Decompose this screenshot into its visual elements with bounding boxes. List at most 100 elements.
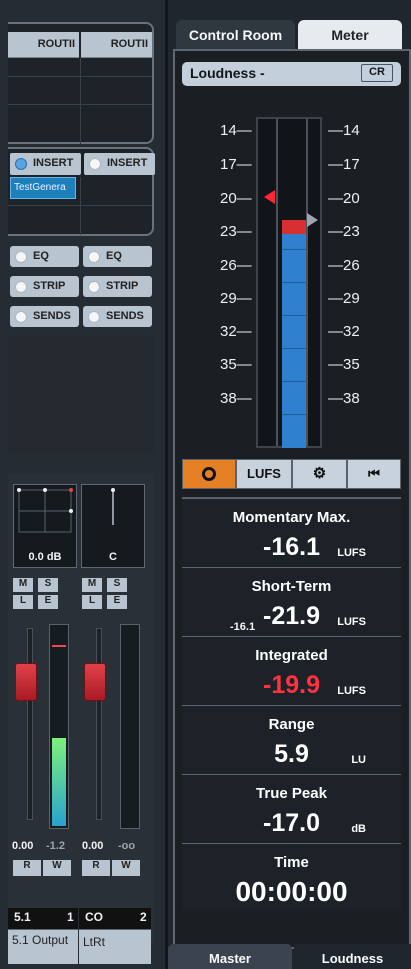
scale-left-26: 26— [220,257,252,274]
strip-button-2[interactable]: STRIP [83,276,152,297]
mixer-window: ROUTII ROUTII INSERT INSERT TestGenera E… [0,0,411,969]
strip-label-2: STRIP [106,280,139,292]
meter-divider [276,119,278,446]
fader-cap-2[interactable] [84,663,106,701]
scale-left-14: 14— [220,122,252,139]
fader-track-2[interactable] [96,628,102,820]
scale-right-17: —17 [328,156,360,173]
tab-meter[interactable]: Meter [298,20,402,50]
scale-left-38: 38— [220,390,252,407]
mute-button-2[interactable]: M [82,578,102,592]
panner-1[interactable]: 0.0 dB [13,484,77,568]
eq-button-1[interactable]: EQ [10,246,79,267]
stat-value-short-term: -21.9 [263,602,320,630]
loudness-stats: Momentary Max. -16.1 LUFS Short-Term -16… [182,497,401,911]
settings-button[interactable]: ⚙ [292,459,347,489]
fader-track-1[interactable] [27,628,33,820]
scale-left-20: 20— [220,190,252,207]
strip-led-icon [15,281,27,293]
channel-name-box-2[interactable]: CO 2 LtRt [79,908,151,964]
panner-value-1: 0.0 dB [28,551,62,563]
read-button-1[interactable]: R [13,860,41,876]
channel-name-2: LtRt [83,935,106,949]
scale-left-29: 29— [220,290,252,307]
sends-led-icon [15,311,27,323]
stat-true-peak: True Peak -17.0 dB [182,774,401,842]
channel-name-1: 5.1 Output [12,933,69,947]
channel-format-2: CO [85,910,103,924]
routing-column-divider [80,58,81,144]
power-icon [202,467,216,481]
insert-label-1: INSERT [33,157,74,169]
routing-header-1[interactable]: ROUTII [8,32,79,58]
edit-button-2[interactable]: E [107,595,127,609]
stat-integrated: Integrated -19.9 LUFS [182,636,401,704]
stat-value-time: 00:00:00 [235,876,348,907]
stat-time: Time 00:00:00 [182,843,401,911]
stat-momentary-max: Momentary Max. -16.1 LUFS [182,498,401,566]
stat-value-range: 5.9 [274,740,309,768]
level-meter-1 [49,624,69,829]
mute-button-1[interactable]: M [13,578,33,592]
max-marker-icon [307,213,318,227]
panner-2[interactable]: C [81,484,145,568]
empty-mixer-area [8,336,154,454]
routing-panel: ROUTII ROUTII [8,22,154,144]
level-meter-2 [120,624,140,829]
insert-slot-testgenerator[interactable]: TestGenera [10,177,76,199]
write-button-1[interactable]: W [43,860,71,876]
meter-controls: LUFS ⚙ ⏮ [182,459,401,489]
loudness-meter [256,117,322,448]
channel-name-box-1[interactable]: 5.1 1 5.1 Output [8,908,78,964]
stat-label-short-term: Short-Term [251,578,332,595]
scale-left-32: 32— [220,323,252,340]
read-button-2[interactable]: R [82,860,110,876]
volume-1[interactable]: 0.00 [12,840,33,852]
scale-left-35: 35— [220,356,252,373]
stat-unit-short-term: LUFS [337,616,366,628]
eq-led-icon [88,251,100,263]
stat-value-integrated: -19.9 [263,671,320,699]
strip-button-1[interactable]: STRIP [10,276,79,297]
volume-2[interactable]: 0.00 [82,840,103,852]
sends-button-1[interactable]: SENDS [10,306,79,327]
loudness-title: Loudness - [190,65,265,81]
lufs-button[interactable]: LUFS [236,459,292,489]
scale-left-17: 17— [220,156,252,173]
tab-master[interactable]: Master [168,944,292,969]
scale-right-35: —35 [328,356,360,373]
rewind-icon: ⏮ [368,466,380,481]
channel-format-1: 5.1 [14,910,31,924]
edit-button-1[interactable]: E [38,595,58,609]
target-marker-icon [264,190,275,204]
insert-column-divider [80,177,81,235]
stat-label-range: Range [268,716,315,733]
sends-button-2[interactable]: SENDS [83,306,152,327]
stat-value-momentary-max: -16.1 [263,533,320,561]
power-button[interactable] [182,459,236,489]
insert-led-icon [15,158,27,170]
stat-label-integrated: Integrated [255,647,328,664]
cr-button[interactable]: CR [361,64,393,82]
routing-header-2[interactable]: ROUTII [81,32,152,58]
tab-control-room[interactable]: Control Room [176,20,295,50]
solo-button-1[interactable]: S [38,578,58,592]
tab-loudness[interactable]: Loudness [294,944,411,969]
strip-led-icon [88,281,100,293]
listen-button-2[interactable]: L [82,595,102,609]
scale-left-23: 23— [220,223,252,240]
eq-button-2[interactable]: EQ [83,246,152,267]
reset-button[interactable]: ⏮ [347,459,401,489]
stat-unit-true-peak: dB [351,823,366,835]
stat-short-term: Short-Term -16.1 -21.9 LUFS [182,567,401,635]
loudness-selector[interactable]: Loudness - CR [182,62,401,86]
panner-value-2: C [109,551,117,563]
write-button-2[interactable]: W [112,860,140,876]
listen-button-1[interactable]: L [13,595,33,609]
solo-button-2[interactable]: S [107,578,127,592]
scale-right-14: —14 [328,122,360,139]
fader-cap-1[interactable] [15,663,37,701]
insert-button-1[interactable]: INSERT [10,153,81,175]
sends-label-1: SENDS [33,310,71,322]
insert-button-2[interactable]: INSERT [84,153,155,175]
